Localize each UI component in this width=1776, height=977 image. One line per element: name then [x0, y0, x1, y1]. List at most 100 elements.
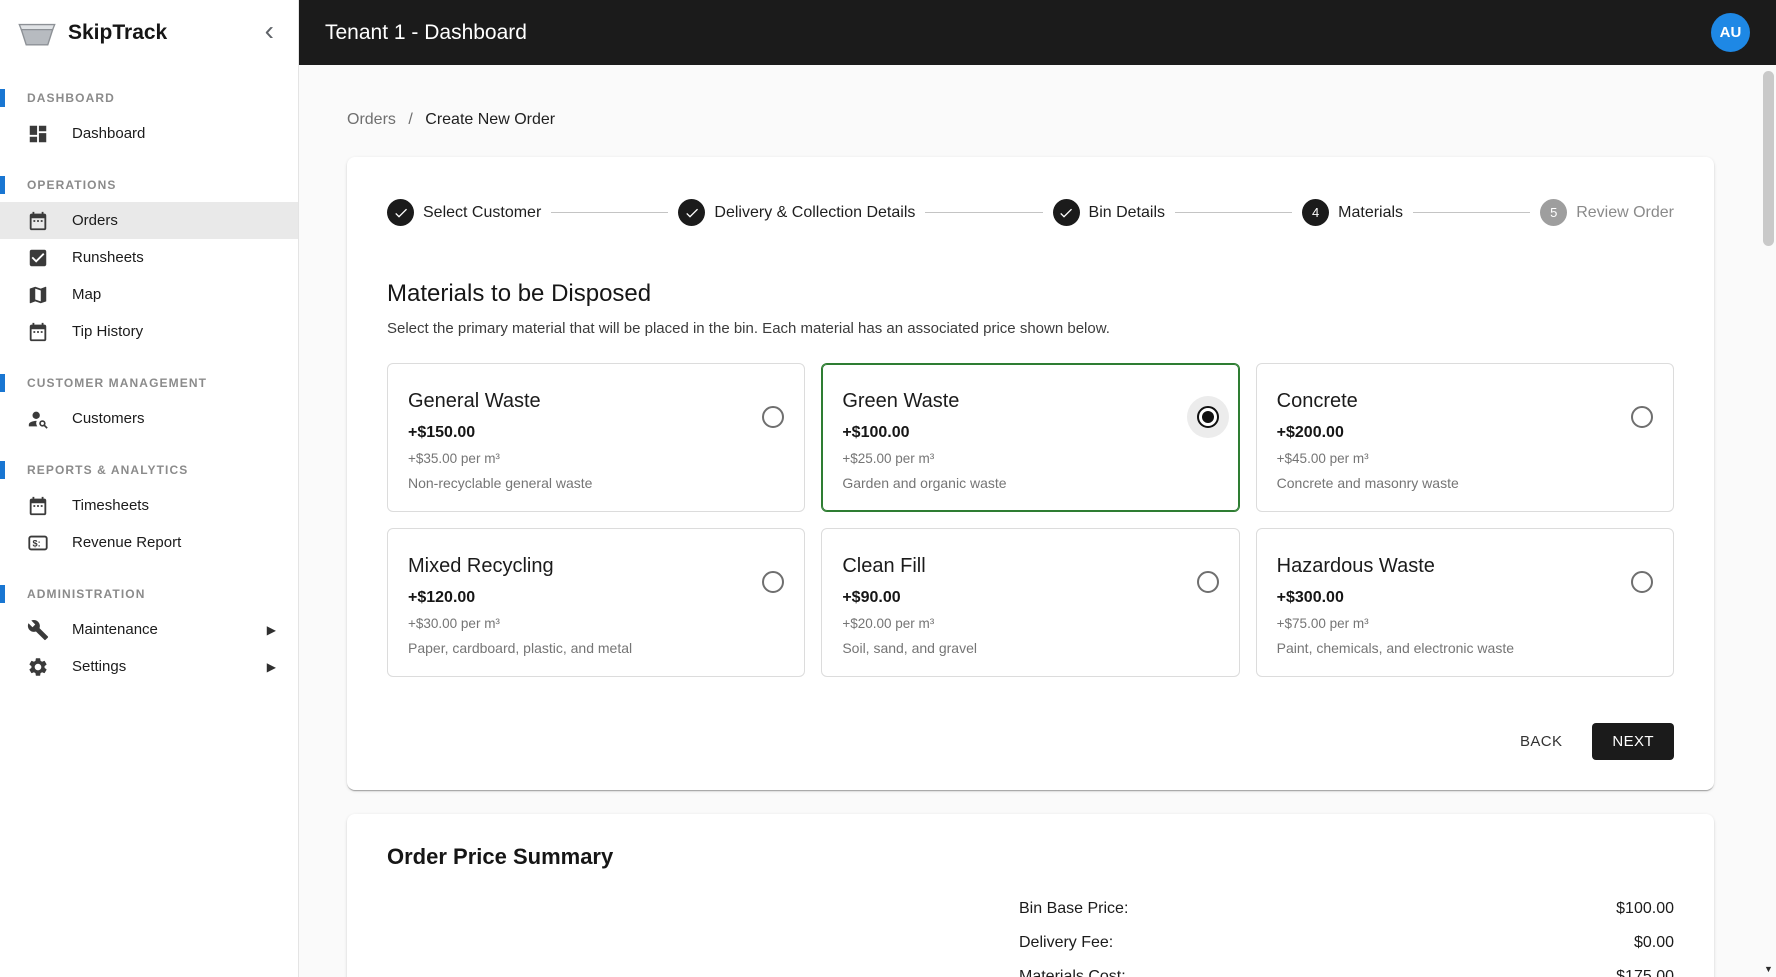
step-label: Review Order: [1576, 203, 1674, 221]
material-rate: +$45.00 per m³: [1276, 451, 1369, 466]
material-title: Mixed Recycling: [408, 555, 554, 577]
section-accent-bar: [0, 374, 5, 392]
material-rate: +$35.00 per m³: [408, 451, 500, 466]
scroll-down-arrow-icon[interactable]: ▼: [1761, 961, 1776, 976]
breadcrumb-separator: /: [408, 111, 413, 128]
materials-subheading: Select the primary material that will be…: [387, 320, 1110, 337]
section-label-text: ADMINISTRATION: [27, 587, 146, 601]
material-card-hazardous-waste[interactable]: Hazardous Waste +$300.00 +$75.00 per m³ …: [1255, 528, 1674, 677]
summary-rows: Bin Base Price: $100.00 Delivery Fee: $0…: [1019, 900, 1674, 977]
section-label-text: REPORTS & ANALYTICS: [27, 463, 189, 477]
sidebar-item-maintenance[interactable]: Maintenance ▶: [0, 611, 298, 648]
summary-row-delivery-fee: Delivery Fee: $0.00: [1019, 934, 1674, 952]
sidebar-nav: DASHBOARD Dashboard OPERATIONS Orders Ru…: [0, 65, 298, 685]
back-button[interactable]: BACK: [1510, 724, 1572, 759]
nav-label: Maintenance: [72, 621, 158, 638]
sidebar-item-settings[interactable]: Settings ▶: [0, 648, 298, 685]
section-accent-bar: [0, 461, 5, 479]
step-connector: [1175, 212, 1293, 213]
sidebar-header: SkipTrack ‹: [0, 0, 298, 65]
radio-checked-icon[interactable]: [1196, 406, 1219, 428]
next-button[interactable]: NEXT: [1592, 723, 1674, 760]
sidebar-item-customers[interactable]: Customers: [0, 400, 298, 437]
material-card-concrete[interactable]: Concrete +$200.00 +$45.00 per m³ Concret…: [1255, 363, 1674, 512]
breadcrumb-current: Create New Order: [425, 111, 556, 128]
dashboard-icon: [27, 123, 49, 145]
sidebar-item-dashboard[interactable]: Dashboard: [0, 115, 298, 152]
expand-arrow-icon: ▶: [266, 622, 276, 637]
checkbox-icon: [27, 247, 49, 269]
summary-row-value: $0.00: [1633, 934, 1674, 951]
material-title: Hazardous Waste: [1276, 555, 1435, 577]
section-accent-bar: [0, 585, 5, 603]
section-accent-bar: [0, 89, 5, 107]
radio-unchecked-icon[interactable]: [1631, 571, 1653, 593]
nav-label: Customers: [72, 410, 145, 427]
sidebar-item-map[interactable]: Map: [0, 276, 298, 313]
nav-label: Orders: [72, 212, 118, 229]
summary-row-materials-cost: Materials Cost: $175.00: [1019, 968, 1674, 977]
order-wizard-card: Select Customer Delivery & Collection De…: [347, 157, 1714, 790]
step-bin-details[interactable]: Bin Details: [1052, 199, 1165, 226]
sidebar-section-reports-analytics: REPORTS & ANALYTICS: [0, 461, 298, 479]
page-title: Tenant 1 - Dashboard: [325, 20, 527, 44]
person-search-icon: [27, 408, 49, 430]
material-rate: +$75.00 per m³: [1276, 616, 1369, 631]
material-card-general-waste[interactable]: General Waste +$150.00 +$35.00 per m³ No…: [387, 363, 806, 512]
radio-unchecked-icon[interactable]: [1196, 571, 1219, 593]
nav-label: Revenue Report: [72, 534, 182, 551]
nav-label: Tip History: [72, 323, 144, 340]
nav-label: Settings: [72, 658, 127, 675]
wizard-actions: BACK NEXT: [387, 723, 1674, 760]
sidebar-collapse-button[interactable]: ‹: [257, 16, 282, 49]
material-card-mixed-recycling[interactable]: Mixed Recycling +$120.00 +$30.00 per m³ …: [387, 528, 806, 677]
step-number: 5: [1540, 199, 1568, 226]
app-window: SkipTrack ‹ DASHBOARD Dashboard OPERATIO…: [0, 0, 1776, 977]
nav-label: Timesheets: [72, 497, 149, 514]
material-description: Garden and organic waste: [842, 475, 1007, 491]
skip-bin-logo-icon: [16, 17, 58, 49]
vertical-scrollbar[interactable]: ▼: [1761, 65, 1776, 977]
summary-row-label: Delivery Fee:: [1019, 934, 1114, 951]
sidebar-item-tip-history[interactable]: Tip History: [0, 313, 298, 350]
step-check-icon: [387, 199, 414, 226]
material-price: +$90.00: [842, 589, 901, 606]
calendar-icon: [27, 495, 49, 517]
wrench-icon: [27, 619, 49, 641]
calendar-icon: [27, 321, 49, 343]
sidebar-section-dashboard: DASHBOARD: [0, 89, 298, 107]
material-price: +$120.00: [408, 589, 476, 606]
summary-row-value: $175.00: [1616, 968, 1674, 977]
material-price: +$100.00: [842, 424, 910, 441]
sidebar-item-orders[interactable]: Orders: [0, 202, 298, 239]
topbar: Tenant 1 - Dashboard AU: [299, 0, 1776, 65]
sidebar-item-runsheets[interactable]: Runsheets: [0, 239, 298, 276]
step-review-order[interactable]: 5 Review Order: [1540, 199, 1674, 226]
sidebar-item-revenue-report[interactable]: $: Revenue Report: [0, 524, 298, 561]
breadcrumb: Orders / Create New Order: [347, 111, 1714, 129]
radio-unchecked-icon[interactable]: [1631, 406, 1653, 428]
material-title: Concrete: [1276, 390, 1358, 412]
material-description: Paper, cardboard, plastic, and metal: [408, 640, 633, 656]
material-rate: +$30.00 per m³: [408, 616, 500, 631]
breadcrumb-orders-link[interactable]: Orders: [347, 111, 396, 128]
material-price: +$200.00: [1276, 424, 1344, 441]
material-description: Concrete and masonry waste: [1276, 475, 1459, 491]
step-materials[interactable]: 4 Materials: [1302, 199, 1403, 226]
stepper: Select Customer Delivery & Collection De…: [387, 199, 1674, 226]
material-card-clean-fill[interactable]: Clean Fill +$90.00 +$20.00 per m³ Soil, …: [821, 528, 1240, 677]
step-number: 4: [1302, 199, 1330, 226]
sidebar-item-timesheets[interactable]: Timesheets: [0, 487, 298, 524]
user-avatar[interactable]: AU: [1711, 13, 1750, 52]
step-select-customer[interactable]: Select Customer: [387, 199, 541, 226]
step-label: Delivery & Collection Details: [714, 203, 916, 221]
content-area: Orders / Create New Order Select Custome…: [299, 65, 1776, 977]
step-connector: [925, 212, 1043, 213]
step-delivery-collection-details[interactable]: Delivery & Collection Details: [678, 199, 915, 226]
material-card-green-waste[interactable]: Green Waste +$100.00 +$25.00 per m³ Gard…: [821, 363, 1240, 512]
step-label: Select Customer: [423, 203, 542, 221]
sidebar-section-operations: OPERATIONS: [0, 176, 298, 194]
step-connector: [1413, 212, 1531, 213]
scrollbar-thumb[interactable]: [1763, 71, 1774, 246]
order-price-summary-card: Order Price Summary Bin Base Price: $100…: [347, 814, 1714, 977]
